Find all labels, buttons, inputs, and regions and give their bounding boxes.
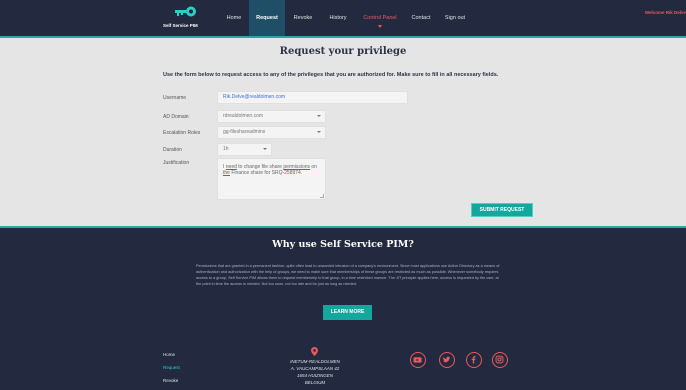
- ad-domain-value: rdrealdolmen.com: [223, 113, 264, 119]
- chevron-down-icon: [263, 148, 267, 150]
- welcome-message: Welcome Rik Delve: [644, 10, 686, 15]
- youtube-link[interactable]: [410, 352, 426, 368]
- brand-name: Self Service PIM: [163, 23, 198, 28]
- escalation-roles-select[interactable]: gg-fileshareadmins: [217, 126, 326, 139]
- nav-history[interactable]: History: [322, 0, 354, 36]
- chevron-down-icon: [378, 25, 382, 28]
- footer-link-revoke[interactable]: Revoke: [163, 378, 178, 383]
- resize-handle-icon[interactable]: [320, 194, 324, 198]
- facebook-icon: [471, 356, 476, 364]
- footer-link-request[interactable]: Request: [163, 365, 180, 370]
- key-icon: [175, 6, 196, 17]
- submit-request-button[interactable]: SUBMIT REQUEST: [471, 203, 533, 217]
- ad-domain-label: AD Domain: [163, 114, 189, 120]
- username-label: Username: [163, 95, 187, 101]
- twitter-icon: [442, 356, 451, 363]
- justification-textarea[interactable]: I need to change file share permissions …: [217, 158, 326, 200]
- request-form-section: Request your privilege Use the form belo…: [0, 36, 686, 228]
- twitter-link[interactable]: [439, 352, 455, 368]
- nav-request[interactable]: Request: [249, 0, 285, 36]
- duration-label: Duration: [163, 147, 182, 153]
- address-line: A. VAUCAMPSLAAN 42: [290, 366, 340, 371]
- nav-control-panel[interactable]: Control Panel: [357, 0, 403, 36]
- escalation-roles-label: Escalation Roles: [163, 130, 201, 136]
- justification-part: on: [310, 164, 317, 170]
- duration-value: 1h: [223, 146, 229, 152]
- youtube-icon: [413, 357, 422, 363]
- address-line: 1654 HUIZINGEN: [296, 373, 333, 378]
- escalation-roles-value: gg-fileshareadmins: [223, 129, 266, 135]
- justification-part: Finance share for SRQ-258974.: [229, 170, 303, 176]
- address-line: INETUM-REALDOLMEN: [290, 359, 340, 364]
- footer-link-home[interactable]: Home: [163, 352, 175, 357]
- facebook-link[interactable]: [466, 352, 482, 368]
- nav-revoke[interactable]: Revoke: [288, 0, 318, 36]
- justification-label: Justification: [163, 160, 190, 166]
- top-navbar: Self Service PIM Home Request Revoke His…: [0, 0, 686, 36]
- ad-domain-select[interactable]: rdrealdolmen.com: [217, 110, 326, 123]
- spellcheck-word: the: [223, 170, 230, 176]
- address-line: BELGIUM: [304, 380, 326, 385]
- why-section-title: Why use Self Service PIM?: [272, 239, 414, 250]
- chevron-down-icon: [317, 131, 321, 133]
- nav-contact[interactable]: Contact: [406, 0, 436, 36]
- company-address: INETUM-REALDOLMEN A. VAUCAMPSLAAN 42 165…: [250, 358, 380, 386]
- page-title: Request your privilege: [279, 46, 407, 57]
- duration-select[interactable]: 1h: [217, 143, 272, 156]
- nav-sign-out[interactable]: Sign out: [440, 0, 470, 36]
- justification-text: I need to change file share permissions …: [223, 164, 317, 176]
- chevron-down-icon: [317, 115, 321, 117]
- instagram-icon: [495, 355, 504, 364]
- learn-more-button[interactable]: LEARN MORE: [323, 305, 372, 320]
- nav-control-panel-label: Control Panel: [363, 15, 397, 21]
- location-pin-icon: [311, 347, 318, 356]
- instagram-link[interactable]: [492, 352, 508, 368]
- why-section-text: Permissions that are granted in a perman…: [196, 264, 500, 286]
- username-field[interactable]: Rik.Delve@realdolmen.com: [217, 91, 408, 104]
- nav-home[interactable]: Home: [222, 0, 246, 36]
- form-intro: Use the form below to request access to …: [163, 72, 499, 78]
